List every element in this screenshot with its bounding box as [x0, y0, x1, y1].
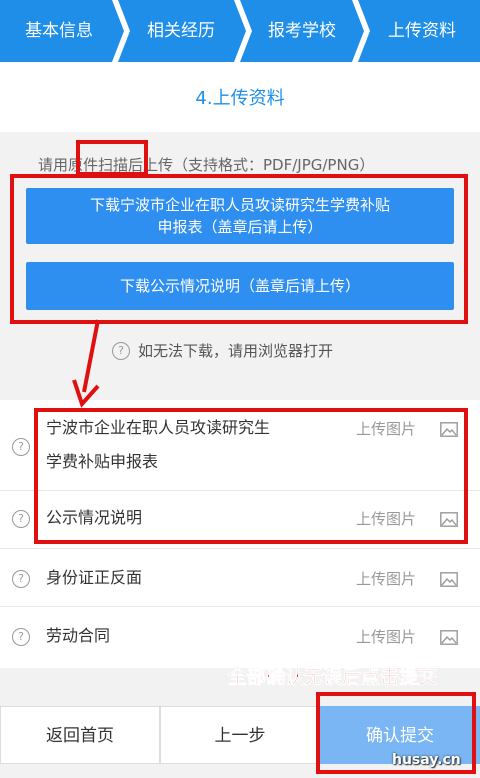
question-icon[interactable]: ?: [12, 510, 30, 528]
annotation-box-uploads: [34, 408, 468, 544]
upload-image-button[interactable]: 上传图片: [356, 568, 416, 589]
annotation-arrow-icon: [72, 319, 100, 408]
upload-item-labor-contract[interactable]: ? 劳动合同 上传图片: [0, 618, 480, 658]
download-help: ? 如无法下载，请用浏览器打开: [112, 340, 333, 361]
divider: [0, 548, 480, 549]
step-progress-bar: 基本信息 相关经历 报考学校 上传资料: [0, 0, 480, 62]
step-school: 报考学校: [268, 21, 336, 41]
download-help-text: 如无法下载，请用浏览器打开: [138, 342, 334, 360]
question-icon[interactable]: ?: [12, 570, 30, 588]
upload-image-button[interactable]: 上传图片: [356, 626, 416, 647]
question-icon[interactable]: ?: [12, 438, 30, 456]
step-related-experience: 相关经历: [147, 21, 215, 41]
upload-item-id-card[interactable]: ? 身份证正反面 上传图片: [0, 560, 480, 600]
watermark: husay.cn: [392, 752, 461, 768]
question-icon[interactable]: ?: [12, 628, 30, 646]
step-basic-info: 基本信息: [25, 21, 93, 41]
divider: [0, 606, 480, 607]
upload-item-label: 身份证正反面: [46, 568, 143, 587]
image-icon[interactable]: [440, 572, 458, 587]
step-upload: 上传资料: [388, 21, 456, 41]
back-home-button[interactable]: 返回首页: [0, 706, 160, 764]
previous-step-button[interactable]: 上一步: [160, 706, 320, 764]
image-icon[interactable]: [440, 630, 458, 645]
upload-item-label: 劳动合同: [46, 626, 111, 645]
page-title: 4.上传资料: [195, 88, 285, 109]
annotation-box-downloads: [10, 174, 468, 324]
annotation-text: 全部确认无误后点击提交: [228, 666, 438, 689]
annotation-box-scan: [76, 140, 148, 176]
question-icon: ?: [112, 341, 130, 360]
